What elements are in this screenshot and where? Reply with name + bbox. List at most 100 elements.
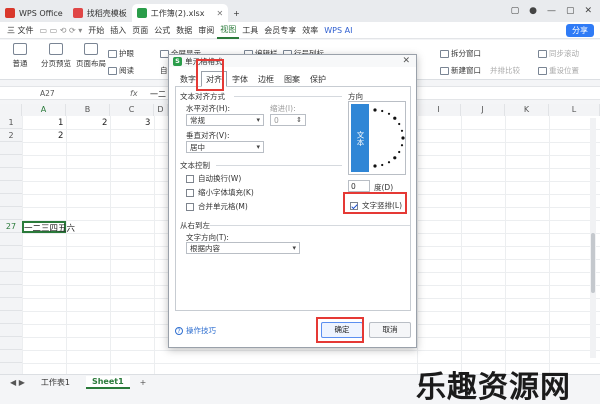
degree-stepper[interactable]: 0	[348, 180, 370, 192]
column-header[interactable]: B	[66, 104, 110, 116]
maximize-icon[interactable]: ▢	[566, 6, 575, 16]
add-sheet-button[interactable]: +	[140, 378, 147, 387]
file-menu[interactable]: 三 文件	[4, 25, 37, 36]
close-icon[interactable]: ✕	[402, 56, 410, 66]
horizontal-align-select[interactable]: 常规 ▾	[186, 114, 264, 126]
tab-border[interactable]: 边框	[253, 71, 279, 87]
row-header[interactable]	[0, 233, 22, 246]
wrap-text-checkbox[interactable]: 自动换行(W)	[186, 173, 241, 184]
menu-data[interactable]: 数据	[173, 25, 195, 36]
menu-review[interactable]: 审阅	[195, 25, 217, 36]
split-window-button[interactable]: 拆分窗口	[440, 48, 481, 59]
sheet-tab[interactable]: 工作表1	[35, 376, 76, 389]
column-header[interactable]: J	[461, 104, 505, 116]
row-header[interactable]	[0, 350, 22, 363]
menu-insert[interactable]: 插入	[107, 25, 129, 36]
side-by-side-button[interactable]: 并排比较	[490, 65, 520, 76]
cancel-button[interactable]: 取消	[369, 322, 411, 338]
row-header[interactable]	[0, 324, 22, 337]
scrollbar-thumb[interactable]	[591, 233, 595, 293]
layout-icon[interactable]: ▢	[511, 6, 520, 16]
row-header[interactable]: 27	[0, 220, 22, 233]
quick-tools-icon[interactable]: ▭ ▭ ⟲ ⟳ ▾	[37, 26, 86, 35]
sheet-tab-active[interactable]: Sheet1	[85, 376, 130, 389]
menu-page[interactable]: 页面	[129, 25, 151, 36]
ok-button[interactable]: 确定	[321, 322, 363, 338]
row-header[interactable]	[0, 311, 22, 324]
row-header[interactable]	[0, 142, 22, 155]
new-window-button[interactable]: 新建窗口	[440, 65, 481, 76]
reset-icon	[538, 66, 547, 75]
row-header[interactable]	[0, 168, 22, 181]
column-header[interactable]: L	[549, 104, 600, 116]
row-header[interactable]	[0, 207, 22, 220]
text-direction-select[interactable]: 根据内容 ▾	[186, 242, 300, 254]
row-header[interactable]	[0, 194, 22, 207]
row-header[interactable]	[0, 259, 22, 272]
minimize-icon[interactable]: —	[547, 6, 556, 16]
name-box[interactable]: A27	[14, 87, 84, 101]
cell-b1[interactable]: 2	[102, 118, 107, 128]
column-header[interactable]: A	[22, 104, 66, 116]
tab-templates[interactable]: 找稻壳模板	[68, 4, 132, 22]
page-break-preview-button[interactable]: 分页预览	[38, 43, 74, 69]
vertical-text-checkbox[interactable]: 文字竖排(L)	[350, 200, 402, 211]
vertical-text-preview[interactable]: 文本	[351, 104, 369, 172]
cell-a1[interactable]: 1	[58, 118, 63, 128]
menu-member[interactable]: 会员专享	[261, 25, 299, 36]
fx-icon[interactable]: fx	[130, 89, 138, 98]
vertical-scrollbar[interactable]	[590, 118, 596, 358]
tab-workbook[interactable]: 工作簿(2).xlsx ✕	[131, 4, 229, 22]
row-header[interactable]	[0, 272, 22, 285]
tab-font[interactable]: 字体	[227, 71, 253, 87]
menu-view[interactable]: 视图	[217, 22, 240, 39]
tab-protection[interactable]: 保护	[305, 71, 331, 87]
eye-protect-button[interactable]: 护眼	[108, 48, 134, 59]
tips-link[interactable]: ? 操作技巧	[175, 325, 216, 336]
column-header[interactable]: I	[417, 104, 461, 116]
share-button[interactable]: 分享	[566, 23, 594, 37]
indent-stepper[interactable]: 0 ⇕	[270, 114, 306, 126]
menu-start[interactable]: 开始	[85, 25, 107, 36]
new-tab-button[interactable]: +	[228, 4, 245, 22]
orientation-dial[interactable]	[371, 104, 405, 172]
cell-a27[interactable]: 一二三四五六	[24, 222, 75, 234]
row-header[interactable]	[0, 285, 22, 298]
wps-ai-button[interactable]: WPS AI	[321, 26, 355, 35]
menu-tools[interactable]: 工具	[239, 25, 261, 36]
cell-c1[interactable]: 3	[145, 118, 150, 128]
tab-number[interactable]: 数字	[175, 71, 201, 87]
page-layout-button[interactable]: 页面布局	[74, 43, 108, 69]
avatar[interactable]: ●	[529, 6, 537, 16]
column-header[interactable]: K	[505, 104, 549, 116]
normal-view-button[interactable]: 普通	[6, 43, 34, 69]
tab-wps-office[interactable]: WPS Office	[0, 4, 68, 22]
close-tab-icon[interactable]: ✕	[216, 9, 223, 18]
row-header[interactable]	[0, 337, 22, 350]
menu-formula[interactable]: 公式	[151, 25, 173, 36]
sheet-nav-icon[interactable]: ◀ ▶	[10, 378, 25, 387]
reading-mode-button[interactable]: 阅读	[108, 65, 134, 76]
close-window-icon[interactable]: ✕	[584, 6, 592, 16]
tab-pattern[interactable]: 图案	[279, 71, 305, 87]
row-header[interactable]	[0, 155, 22, 168]
merge-cells-checkbox[interactable]: 合并单元格(M)	[186, 201, 248, 212]
dialog-title-bar[interactable]: S 单元格格式 ✕	[169, 55, 416, 67]
row-header[interactable]: 2	[0, 129, 22, 142]
shrink-to-fit-checkbox[interactable]: 缩小字体填充(K)	[186, 187, 254, 198]
menu-efficiency[interactable]: 效率	[299, 25, 321, 36]
sync-scroll-button[interactable]: 同步滚动	[538, 48, 579, 59]
tab-alignment[interactable]: 对齐	[201, 71, 227, 87]
column-header[interactable]: D	[154, 104, 168, 116]
formula-input[interactable]: 一二	[150, 89, 166, 100]
orientation-control[interactable]: 文本	[348, 101, 406, 175]
cell-a2[interactable]: 2	[58, 131, 63, 141]
row-header[interactable]	[0, 246, 22, 259]
row-header[interactable]	[0, 181, 22, 194]
vertical-align-select[interactable]: 居中 ▾	[186, 141, 264, 153]
column-header[interactable]: C	[110, 104, 154, 116]
row-header[interactable]: 1	[0, 116, 22, 129]
row-header[interactable]	[0, 298, 22, 311]
select-all-corner[interactable]	[0, 104, 22, 116]
reset-position-button[interactable]: 重设位置	[538, 65, 579, 76]
